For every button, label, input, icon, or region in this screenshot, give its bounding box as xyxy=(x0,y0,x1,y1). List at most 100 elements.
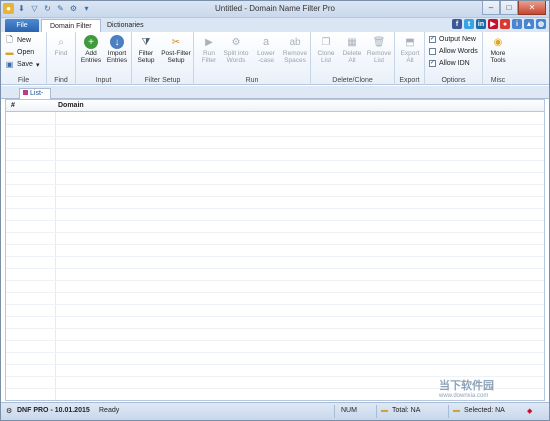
window-controls: – □ ✕ xyxy=(482,1,546,15)
tab-domain-filter[interactable]: Domain Filter xyxy=(41,19,101,32)
help-icon[interactable]: ● xyxy=(500,19,510,29)
gear-icon: ⚙ xyxy=(231,36,241,48)
close-button[interactable]: ✕ xyxy=(518,1,546,15)
ribbon: 🗋 New ▬ Open ▣ Save ▾ File ⌕ Find Find + Add… xyxy=(1,32,549,85)
magnifier-icon: ⌕ xyxy=(58,36,64,48)
group-label-file: File xyxy=(17,77,30,84)
status-state: Ready xyxy=(99,407,120,414)
globe-icon[interactable]: ◍ xyxy=(536,19,546,29)
save-button[interactable]: ▣ Save ▾ xyxy=(5,60,40,69)
status-bar: ⚙ DNF PRO - 10.01.2015 Ready NUM ▬ Total… xyxy=(1,402,549,420)
group-label-find: Find xyxy=(54,77,68,84)
column-header-domain[interactable]: Domain xyxy=(58,102,84,109)
grid-row-line xyxy=(6,208,544,209)
chevron-down-icon: ▾ xyxy=(35,61,40,69)
remove-spaces-button[interactable]: ab Remove Spaces xyxy=(280,35,310,64)
grid-row-line xyxy=(6,196,544,197)
lowercase-button[interactable]: a Lower -case xyxy=(253,35,279,64)
group-input: + Add Entries ↓ Import Entries Input xyxy=(76,32,132,85)
filter-setup-button[interactable]: ⧩ Filter Setup xyxy=(133,35,159,64)
tab-file[interactable]: File xyxy=(5,19,39,32)
run-filter-button[interactable]: ▶ Run Filter xyxy=(196,35,222,64)
youtube-icon[interactable]: ▶ xyxy=(488,19,498,29)
grid-row-line xyxy=(6,268,544,269)
new-button[interactable]: 🗋 New xyxy=(5,34,31,45)
group-delete-clone: ❐ Clone List ▦ Delete All 🗑 Remove List … xyxy=(311,32,395,85)
info-icon[interactable]: i xyxy=(512,19,522,29)
grid-row-line xyxy=(6,292,544,293)
domain-grid[interactable]: # Domain xyxy=(5,99,545,401)
more-tools-button[interactable]: ◉ More Tools xyxy=(485,35,511,64)
grid-row-line xyxy=(6,316,544,317)
open-button[interactable]: ▬ Open xyxy=(5,48,35,57)
tools-icon: ◉ xyxy=(493,36,503,48)
grid-row-line xyxy=(6,184,544,185)
grid-row-line xyxy=(6,220,544,221)
post-filter-setup-button[interactable]: ✂ Post-Filter Setup xyxy=(160,35,192,64)
group-options: ✓ Output New Allow Words ✓ Allow IDN Optio… xyxy=(425,32,483,85)
play-icon: ▶ xyxy=(205,36,213,48)
grid-row-line xyxy=(6,124,544,125)
grid-row-line xyxy=(6,280,544,281)
grid-row-line xyxy=(6,304,544,305)
app-version: DNF PRO - 10.01.2015 xyxy=(17,407,90,414)
grid-row-line xyxy=(6,352,544,353)
clone-icon: ❐ xyxy=(321,36,331,48)
new-file-icon: 🗋 xyxy=(6,34,13,44)
social-links: f t in ▶ ● i ▲ ◍ xyxy=(452,19,546,29)
add-entries-button[interactable]: + Add Entries xyxy=(78,35,104,64)
list-tabs: List-001 xyxy=(1,86,549,107)
group-label-misc: Misc xyxy=(490,77,506,84)
status-separator xyxy=(448,405,449,418)
app-window: ● ⬇ ▽ ↻ ✎ ⚙ ▾ Untitled - Domain Name Fil… xyxy=(0,0,550,421)
grid-row-line xyxy=(6,256,544,257)
total-count: Total: NA xyxy=(392,407,421,414)
remove-list-button[interactable]: 🗑 Remove List xyxy=(366,35,392,64)
allow-words-checkbox[interactable]: Allow Words xyxy=(429,48,478,55)
group-label-export: Export xyxy=(399,77,420,84)
facebook-icon[interactable]: f xyxy=(452,19,462,29)
folder-icon: ▬ xyxy=(5,48,14,57)
up-icon[interactable]: ▲ xyxy=(524,19,534,29)
group-misc: ◉ More Tools Misc xyxy=(483,32,513,85)
lowercase-icon: a xyxy=(262,35,270,48)
group-run: ▶ Run Filter ⚙ Split into Words a Lower … xyxy=(194,32,311,85)
split-into-words-button[interactable]: ⚙ Split into Words xyxy=(221,35,251,64)
group-export: ⬒ Export All Export xyxy=(395,32,425,85)
num-lock-indicator: NUM xyxy=(341,407,357,414)
maximize-button[interactable]: □ xyxy=(500,1,518,15)
status-separator xyxy=(334,405,335,418)
grid-header: # Domain xyxy=(6,100,544,112)
filter-funnel-icon: ⧩ xyxy=(141,36,151,48)
tab-dictionaries[interactable]: Dictionaries xyxy=(99,19,152,32)
group-label-run: Run xyxy=(245,77,259,84)
twitter-icon[interactable]: t xyxy=(464,19,474,29)
grid-row-line xyxy=(6,364,544,365)
clone-list-button[interactable]: ❐ Clone List xyxy=(313,35,339,64)
find-button[interactable]: ⌕ Find xyxy=(48,35,74,57)
group-label-filter-setup: Filter Setup xyxy=(144,77,181,84)
group-label-input: Input xyxy=(95,77,112,84)
app-status-icon: ⚙ xyxy=(6,408,13,415)
import-entries-button[interactable]: ↓ Import Entries xyxy=(104,35,130,64)
group-filter-setup: ⧩ Filter Setup ✂ Post-Filter Setup Filte… xyxy=(132,32,194,85)
tools-icon: ✂ xyxy=(171,36,181,48)
allow-idn-checkbox[interactable]: ✓ Allow IDN xyxy=(429,60,470,67)
grid-row-line xyxy=(6,244,544,245)
delete-all-button[interactable]: ▦ Delete All xyxy=(339,35,365,64)
add-icon: + xyxy=(84,35,98,49)
grid-row-line xyxy=(6,328,544,329)
watermark: 当下软件园 www.downxia.com xyxy=(439,380,494,399)
output-new-checkbox[interactable]: ✓ Output New xyxy=(429,36,476,43)
save-icon: ▣ xyxy=(5,60,14,69)
linkedin-icon[interactable]: in xyxy=(476,19,486,29)
column-header-index[interactable]: # xyxy=(11,102,15,109)
grid-row-line xyxy=(6,232,544,233)
checkbox-checked-icon: ✓ xyxy=(429,60,436,67)
app-logo-icon: ◆ xyxy=(527,408,533,415)
export-all-button[interactable]: ⬒ Export All xyxy=(397,35,423,64)
window-title: Untitled - Domain Name Filter Pro xyxy=(214,4,336,13)
grid-row-line xyxy=(6,148,544,149)
minimize-button[interactable]: – xyxy=(482,1,500,15)
list-icon xyxy=(23,90,28,95)
